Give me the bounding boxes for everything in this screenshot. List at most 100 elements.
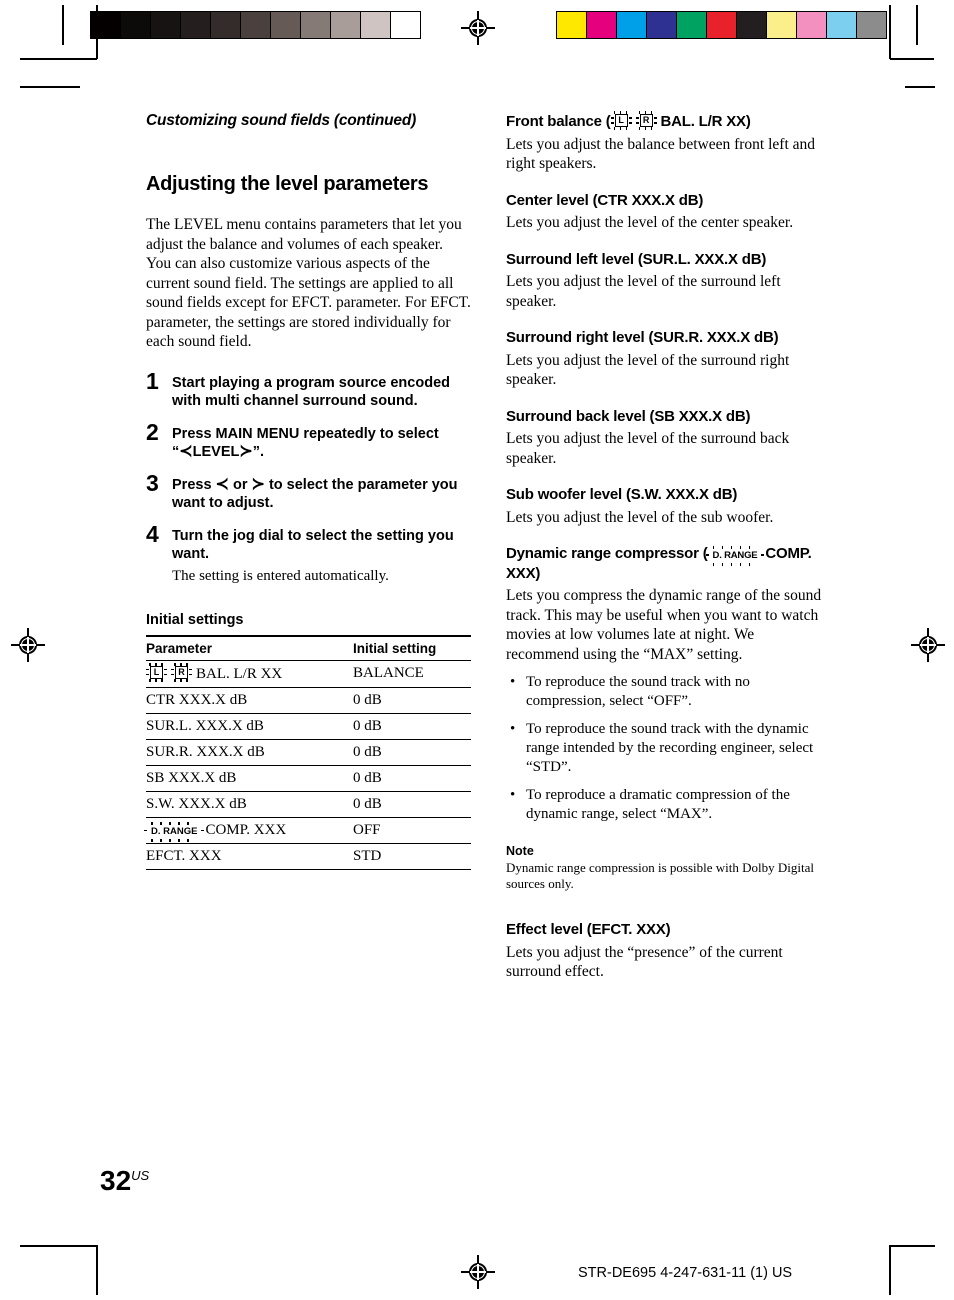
cell-parameter: SUR.L. XXX.X dB bbox=[146, 713, 353, 740]
sub-woofer-level-heading: Sub woofer level (S.W. XXX.X dB) bbox=[506, 486, 738, 503]
surround-right-level-block: Surround right level (SUR.R. XXX.X dB) L… bbox=[506, 328, 831, 390]
angle-bracket-close-icon: ≻ bbox=[251, 475, 265, 493]
left-column: Customizing sound fields (continued) Adj… bbox=[144, 112, 471, 870]
table-row: L R BAL. L/R XX BALANCE bbox=[146, 660, 471, 688]
table-row: EFCT. XXX STD bbox=[146, 843, 471, 870]
cell-parameter: CTR XXX.X dB bbox=[146, 687, 353, 714]
surround-back-level-heading: Surround back level (SB XXX.X dB) bbox=[506, 407, 751, 425]
table-header-row: Parameter Initial setting bbox=[146, 634, 471, 661]
step-text: Press ≺ or ≻ to select the parameter you… bbox=[172, 476, 471, 513]
calibration-patch-1 bbox=[587, 12, 617, 38]
step-4: 4 Turn the jog dial to select the settin… bbox=[146, 522, 471, 586]
calibration-patch-8 bbox=[797, 12, 827, 38]
cell-parameter: SB XXX.X dB bbox=[146, 765, 353, 792]
crop-mark-top-left-h bbox=[20, 58, 97, 60]
d-range-indicator-icon: D. RANGE bbox=[705, 546, 765, 566]
front-balance-body: Lets you adjust the balance between fron… bbox=[506, 135, 816, 173]
cell-parameter: S.W. XXX.X dB bbox=[146, 791, 353, 818]
calibration-patch-2 bbox=[617, 12, 647, 38]
list-item: To reproduce the sound track with no com… bbox=[506, 673, 831, 711]
running-head: Customizing sound fields (continued) bbox=[146, 112, 417, 129]
column-header-parameter: Parameter bbox=[146, 634, 353, 661]
calibration-patch-8 bbox=[331, 12, 361, 38]
page-title: Adjusting the level parameters bbox=[146, 173, 429, 195]
note-body: Dynamic range compression is possible wi… bbox=[506, 860, 814, 891]
dynamic-range-bullet-list: To reproduce the sound track with no com… bbox=[506, 673, 831, 824]
list-item: To reproduce a dramatic compression of t… bbox=[506, 786, 831, 824]
step-number: 1 bbox=[146, 367, 159, 394]
registration-target-right bbox=[911, 628, 945, 662]
d-range-indicator-icon: D. RANGE bbox=[144, 821, 205, 842]
registration-target-bottom bbox=[461, 1255, 495, 1289]
dynamic-range-block: Dynamic range compressor (D. RANGE COMP. … bbox=[506, 544, 831, 892]
calibration-patch-5 bbox=[241, 12, 271, 38]
lcd-right-indicator-icon: R bbox=[171, 662, 192, 682]
page-number-value: 32 bbox=[100, 1165, 132, 1196]
footer-model-number: STR-DE695 4-247-631-11 (1) US bbox=[578, 1265, 793, 1281]
right-column: Front balance (L R BAL. L/R XX) Lets you a… bbox=[506, 111, 831, 999]
cell-initial-setting: STD bbox=[353, 843, 471, 870]
cell-parameter: EFCT. XXX bbox=[146, 843, 353, 870]
step-1: 1 Start playing a program source encoded… bbox=[146, 369, 471, 411]
calibration-patch-0 bbox=[557, 12, 587, 38]
level-menu-label: LEVEL bbox=[192, 444, 240, 460]
calibration-patch-3 bbox=[647, 12, 677, 38]
surround-left-level-heading: Surround left level (SUR.L. XXX.X dB) bbox=[506, 250, 767, 268]
calibration-patch-10 bbox=[857, 12, 886, 38]
sub-woofer-level-body: Lets you adjust the level of the sub woo… bbox=[506, 508, 774, 526]
cell-parameter: L R BAL. L/R XX bbox=[146, 660, 353, 688]
surround-back-level-body: Lets you adjust the level of the surroun… bbox=[506, 430, 790, 467]
page-number: 32US bbox=[100, 1165, 149, 1197]
sub-woofer-level-block: Sub woofer level (S.W. XXX.X dB) Lets yo… bbox=[506, 485, 831, 527]
crop-mark-bottom-right-h bbox=[890, 1245, 935, 1247]
step-number: 4 bbox=[146, 520, 159, 547]
calibration-patch-2 bbox=[151, 12, 181, 38]
cell-initial-setting: 0 dB bbox=[353, 765, 471, 792]
crop-mark-top-left-h2 bbox=[20, 86, 80, 88]
procedure-steps: 1 Start playing a program source encoded… bbox=[146, 369, 471, 586]
calibration-patch-10 bbox=[391, 12, 420, 38]
center-level-body: Lets you adjust the level of the center … bbox=[506, 214, 794, 231]
calibration-patch-4 bbox=[211, 12, 241, 38]
calibration-patch-9 bbox=[361, 12, 391, 38]
angle-bracket-open-icon: ≺ bbox=[215, 475, 229, 493]
calibration-patch-7 bbox=[767, 12, 797, 38]
lcd-left-char: L bbox=[150, 665, 163, 679]
center-level-block: Center level (CTR XXX.X dB) Lets you adj… bbox=[506, 191, 831, 233]
calibration-patch-6 bbox=[271, 12, 301, 38]
table-row: CTR XXX.X dB 0 dB bbox=[146, 687, 471, 714]
calibration-patch-7 bbox=[301, 12, 331, 38]
crop-mark-bottom-left-h bbox=[20, 1245, 97, 1247]
cell-initial-setting: BALANCE bbox=[353, 660, 471, 688]
heading-text-before: Dynamic range compressor ( bbox=[506, 545, 708, 562]
surround-left-level-block: Surround left level (SUR.L. XXX.X dB) Le… bbox=[506, 250, 831, 312]
crop-mark-top-left-tick bbox=[62, 5, 64, 45]
calibration-patch-1 bbox=[121, 12, 151, 38]
grayscale-calibration-bar bbox=[90, 11, 421, 39]
dynamic-range-body: Lets you compress the dynamic range of t… bbox=[506, 587, 822, 663]
parameter-label: BAL. L/R XX bbox=[196, 665, 283, 682]
surround-back-level-block: Surround back level (SB XXX.X dB) Lets y… bbox=[506, 407, 831, 469]
d-range-label: D. RANGE bbox=[151, 825, 198, 837]
note-block: Note Dynamic range compression is possib… bbox=[506, 844, 831, 892]
manual-page: Customizing sound fields (continued) Adj… bbox=[0, 0, 954, 1300]
crop-mark-top-right-v bbox=[889, 5, 891, 59]
heading-text-after: BAL. L/R XX) bbox=[660, 113, 751, 130]
calibration-patch-5 bbox=[707, 12, 737, 38]
parameter-label: COMP. XXX bbox=[205, 821, 287, 838]
cell-parameter: D. RANGE COMP. XXX bbox=[144, 817, 353, 844]
surround-left-level-body: Lets you adjust the level of the surroun… bbox=[506, 273, 781, 310]
center-level-heading: Center level (CTR XXX.X dB) bbox=[506, 191, 704, 209]
cell-initial-setting: 0 dB bbox=[353, 791, 471, 818]
initial-settings-title: Initial settings bbox=[146, 611, 244, 628]
cell-parameter: SUR.R. XXX.X dB bbox=[146, 739, 353, 766]
heading-text-before: Front balance ( bbox=[506, 113, 611, 130]
page-region-suffix: US bbox=[131, 1168, 150, 1183]
table-row: D. RANGE COMP. XXX OFF bbox=[144, 817, 471, 844]
lcd-left-indicator-icon: L bbox=[146, 662, 167, 682]
front-balance-heading: Front balance (L R BAL. L/R XX) bbox=[506, 111, 831, 132]
front-balance-block: Front balance (L R BAL. L/R XX) Lets you a… bbox=[506, 111, 831, 174]
step-text-after: ”. bbox=[252, 444, 265, 460]
cell-initial-setting: OFF bbox=[353, 817, 471, 844]
registration-target-top bbox=[461, 11, 495, 45]
